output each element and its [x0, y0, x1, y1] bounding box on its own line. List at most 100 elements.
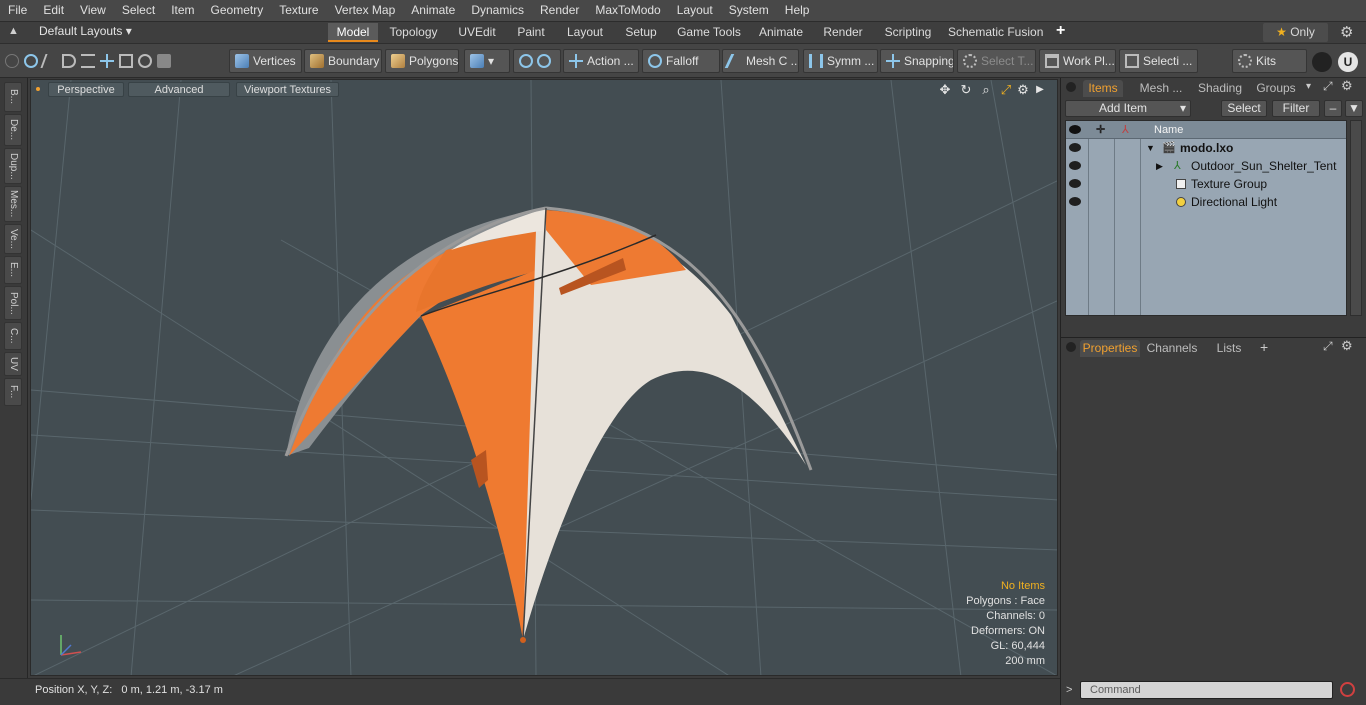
list-item-mesh[interactable]: ▶ ⅄ Outdoor_Sun_Shelter_Tent — [1066, 157, 1346, 175]
tab-game-tools[interactable]: Game Tools — [674, 23, 744, 42]
funnel-icon[interactable]: ▼ — [1345, 100, 1363, 117]
render-icon[interactable]: ⅄ — [1122, 121, 1129, 139]
selection-sets-button[interactable]: Selecti ... — [1119, 49, 1198, 73]
tab-setup[interactable]: Setup — [620, 23, 662, 42]
vertices-button[interactable]: Vertices — [229, 49, 302, 73]
shield-icon[interactable] — [157, 54, 171, 68]
unity-icon[interactable] — [1312, 52, 1332, 72]
menu-animate[interactable]: Animate — [403, 0, 463, 21]
eye-icon[interactable] — [1069, 125, 1081, 134]
left-tab-edge[interactable]: E... — [4, 256, 22, 284]
menu-texture[interactable]: Texture — [271, 0, 326, 21]
menu-file[interactable]: File — [0, 0, 35, 21]
left-tab-curve[interactable]: C... — [4, 322, 22, 350]
tab-render[interactable]: Render — [818, 23, 868, 42]
viewport-textures-button[interactable]: Viewport Textures — [236, 82, 339, 97]
viewport-canvas[interactable] — [31, 80, 1058, 676]
tab-channels[interactable]: Channels — [1145, 340, 1199, 357]
menu-maxtomodo[interactable]: MaxToModo — [587, 0, 668, 21]
filter-button[interactable]: Filter — [1272, 100, 1320, 117]
polygons-button[interactable]: Polygons — [385, 49, 459, 73]
tab-animate[interactable]: Animate — [755, 23, 807, 42]
left-tab-deform[interactable]: De... — [4, 114, 22, 146]
list-scrollbar[interactable] — [1350, 120, 1362, 316]
rotate-view-icon[interactable]: ↻ — [959, 83, 973, 97]
menu-geometry[interactable]: Geometry — [203, 0, 272, 21]
record-icon[interactable] — [1340, 682, 1355, 697]
tent-model[interactable] — [284, 206, 813, 643]
tab-properties[interactable]: Properties — [1080, 340, 1140, 357]
item-mode-button[interactable]: ▾ — [464, 49, 510, 73]
chevron-right-icon[interactable]: ▶ — [1033, 83, 1047, 97]
rotate-icon[interactable] — [138, 54, 152, 68]
tab-schematic-fusion[interactable]: Schematic Fusion — [948, 23, 1043, 42]
add-tab-icon[interactable]: + — [1260, 339, 1268, 355]
chevron-down-icon[interactable]: ▾ — [1306, 81, 1311, 92]
left-tab-uv[interactable]: UV — [4, 352, 22, 376]
tab-uvedit[interactable]: UVEdit — [453, 23, 501, 42]
tab-groups[interactable]: Groups — [1249, 80, 1303, 97]
expand-icon[interactable]: ⤢ — [1323, 339, 1333, 354]
snapping-button[interactable]: Snapping — [880, 49, 954, 73]
left-tab-fusion[interactable]: F... — [4, 378, 22, 406]
collapse-icon[interactable]: – — [1324, 100, 1342, 117]
action-center-button[interactable]: Action ... — [563, 49, 639, 73]
name-header[interactable]: Name — [1154, 121, 1183, 139]
left-tab-polygon[interactable]: Pol... — [4, 286, 22, 320]
brush-icon[interactable] — [62, 54, 76, 68]
eye-icon[interactable] — [1069, 161, 1081, 170]
3d-viewport[interactable]: Perspective Advanced Viewport Textures ✥… — [30, 79, 1058, 676]
zoom-view-icon[interactable]: ⌕ — [979, 83, 993, 97]
left-tab-basic[interactable]: B... — [4, 82, 22, 112]
globe-icon[interactable] — [24, 54, 38, 68]
maximize-view-icon[interactable]: ⤢ — [999, 83, 1013, 97]
panel-menu-icon[interactable] — [1066, 82, 1076, 92]
tab-shading[interactable]: Shading — [1195, 80, 1245, 97]
gear-icon[interactable]: ⚙ — [1341, 338, 1353, 354]
tab-layout[interactable]: Layout — [562, 23, 608, 42]
tab-paint[interactable]: Paint — [512, 23, 550, 42]
viewport-menu-dot[interactable] — [36, 87, 40, 91]
pen-icon[interactable] — [40, 54, 60, 68]
unreal-icon[interactable]: U — [1338, 52, 1358, 72]
perspective-button[interactable]: Perspective — [48, 82, 124, 97]
left-tab-vertex[interactable]: Ve... — [4, 224, 22, 254]
tab-topology[interactable]: Topology — [384, 23, 443, 42]
square-icon[interactable] — [119, 54, 133, 68]
eye-icon[interactable] — [1069, 179, 1081, 188]
left-tab-duplicate[interactable]: Dup... — [4, 148, 22, 184]
advanced-button[interactable]: Advanced — [128, 82, 230, 97]
falloff-button[interactable]: Falloff — [642, 49, 720, 73]
expand-icon[interactable]: ⤢ — [1323, 79, 1333, 94]
only-toggle[interactable]: ★ Only — [1263, 23, 1328, 42]
menu-render[interactable]: Render — [532, 0, 587, 21]
list-item-scene[interactable]: ▼ 🎬 modo.lxo — [1066, 139, 1346, 157]
circle-select-icon[interactable] — [5, 54, 19, 68]
transform-toggles[interactable] — [513, 49, 561, 73]
tab-items[interactable]: Items — [1083, 80, 1123, 97]
select-button[interactable]: Select — [1221, 100, 1267, 117]
menu-dynamics[interactable]: Dynamics — [463, 0, 532, 21]
menu-edit[interactable]: Edit — [35, 0, 72, 21]
eye-icon[interactable] — [1069, 143, 1081, 152]
gear-icon[interactable]: ⚙ — [1016, 83, 1030, 97]
expand-arrow-icon[interactable]: ▶ — [1156, 157, 1163, 175]
add-item-button[interactable]: Add Item ▾ — [1065, 100, 1191, 117]
menu-layout[interactable]: Layout — [669, 0, 721, 21]
center-icon[interactable] — [100, 54, 114, 68]
command-input[interactable]: Command — [1080, 681, 1333, 699]
mesh-constraint-button[interactable]: Mesh C ... — [722, 49, 799, 73]
select-through-button[interactable]: Select T... — [957, 49, 1036, 73]
layout-dropdown[interactable]: Default Layouts ▾ — [39, 24, 132, 38]
add-tab-icon[interactable]: + — [1056, 22, 1065, 40]
gear-icon[interactable]: ⚙ — [1341, 78, 1353, 94]
left-tab-mesh-edit[interactable]: Mes... — [4, 186, 22, 222]
tab-lists[interactable]: Lists — [1209, 340, 1249, 357]
align-icon[interactable] — [81, 54, 95, 68]
menu-vertex-map[interactable]: Vertex Map — [327, 0, 404, 21]
list-item-light[interactable]: Directional Light — [1066, 193, 1346, 211]
tab-scripting[interactable]: Scripting — [880, 23, 936, 42]
boundary-button[interactable]: Boundary — [304, 49, 382, 73]
tab-model[interactable]: Model — [328, 23, 378, 42]
menu-system[interactable]: System — [721, 0, 777, 21]
